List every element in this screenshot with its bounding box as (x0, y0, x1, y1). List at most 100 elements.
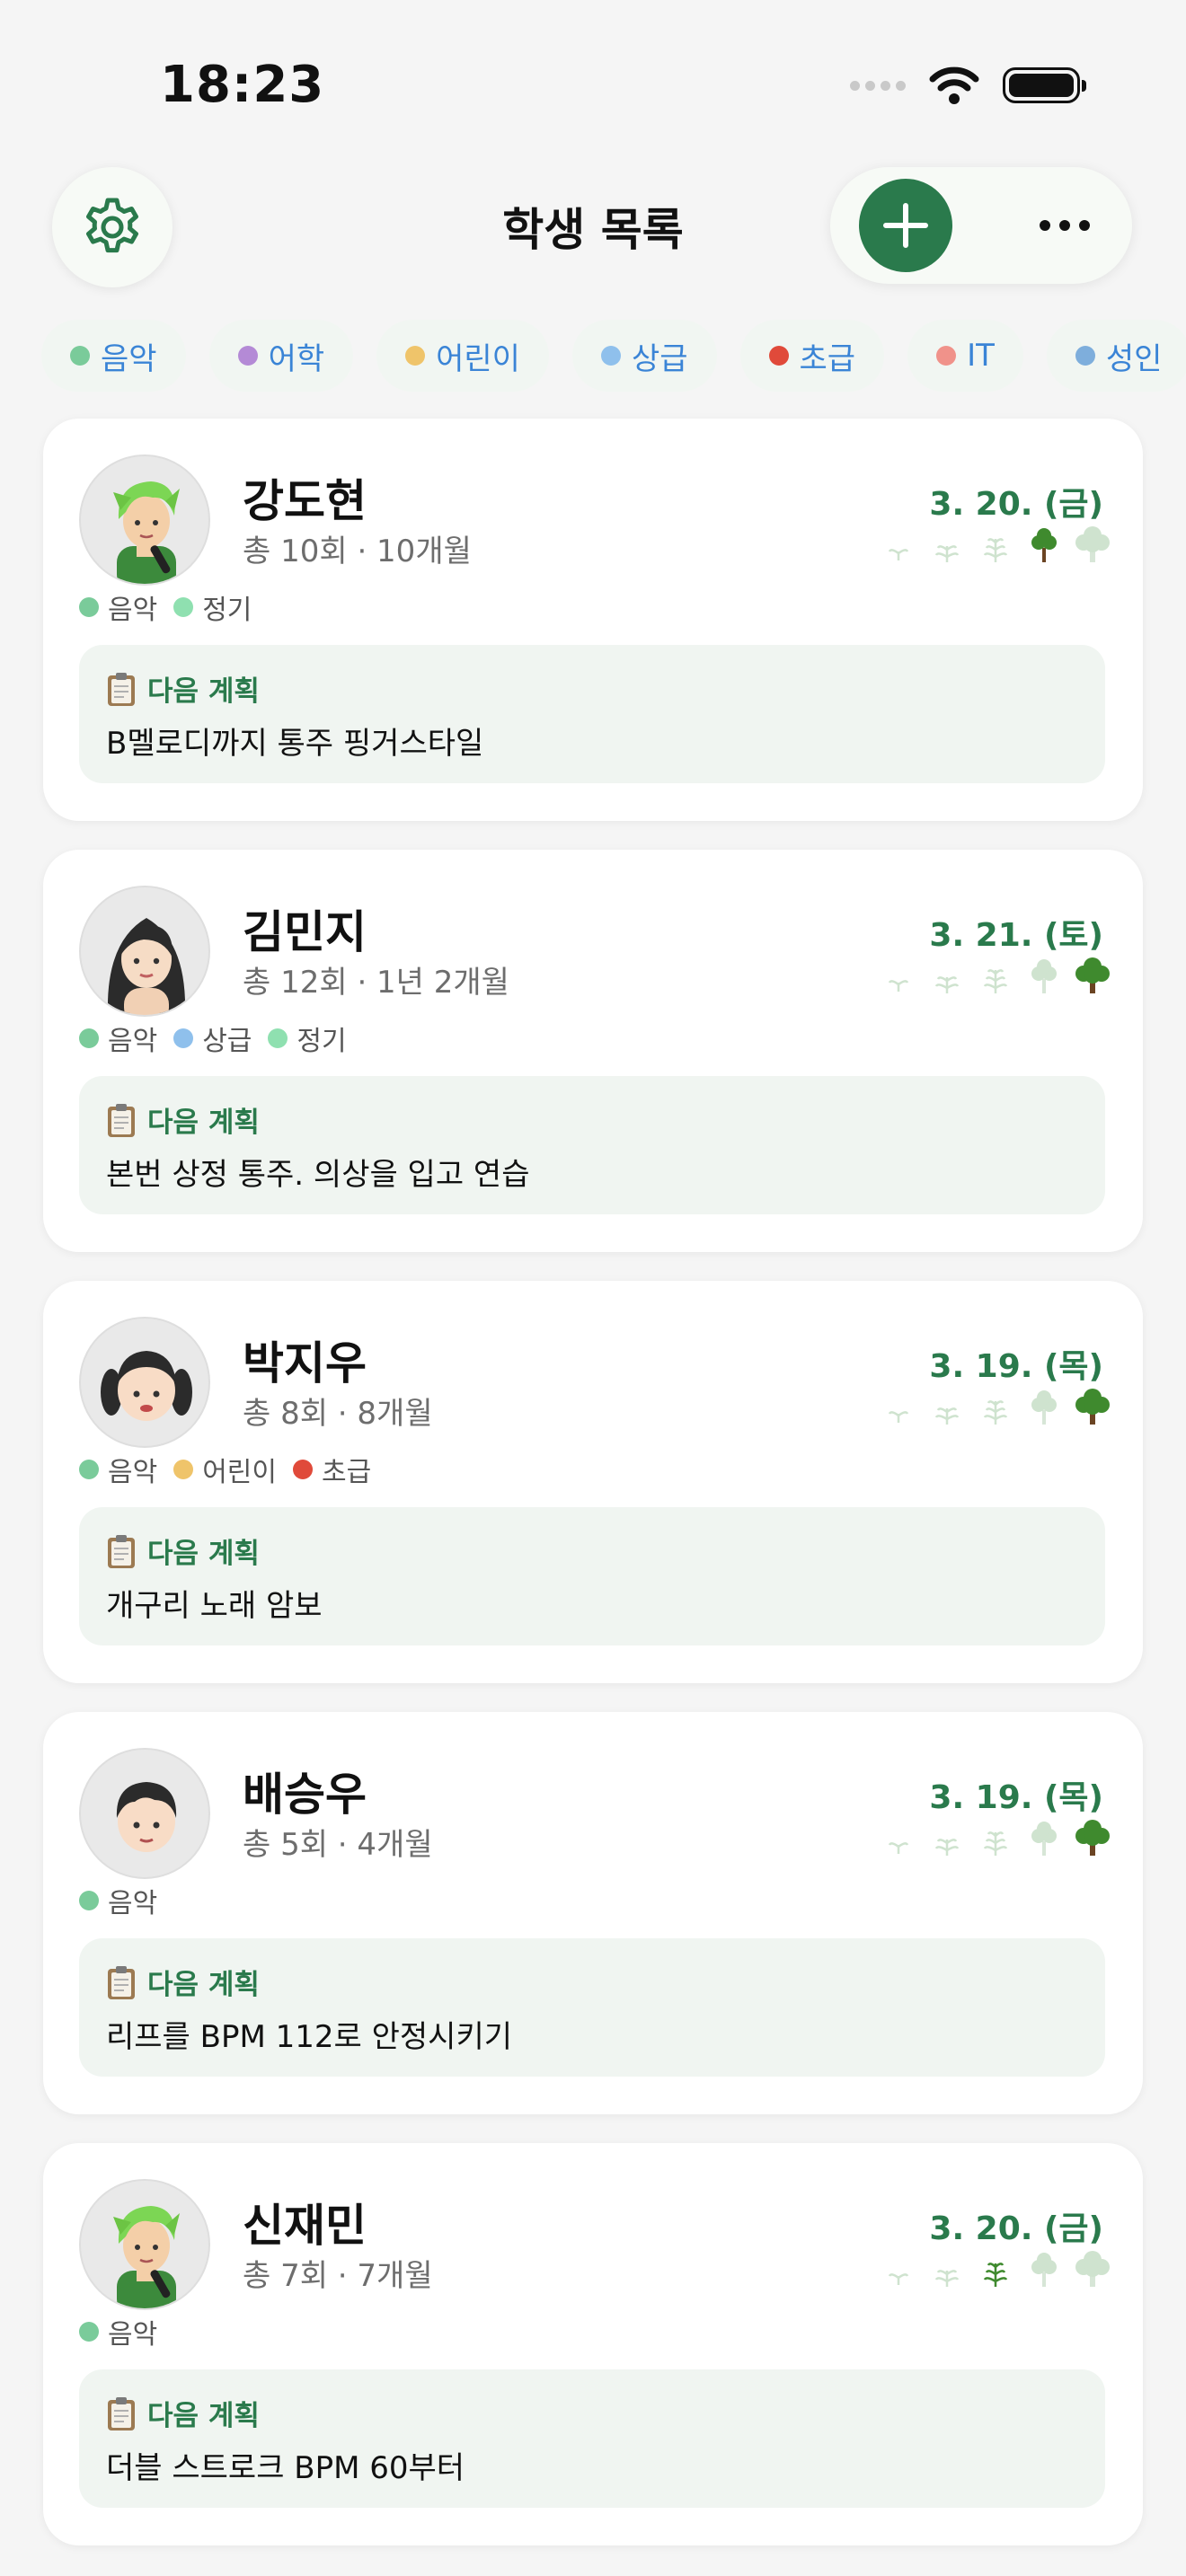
tag-color-dot (173, 1028, 194, 1048)
growth-stage-icon (978, 1818, 1013, 1857)
growth-progress (881, 956, 1111, 995)
chip-color-dot (768, 346, 789, 366)
student-tag: 초급 (293, 1450, 371, 1489)
filter-chips: 음악 어학 어린이 상급 초급 IT 성인 (41, 320, 1186, 395)
tag-label: 어린이 (202, 1457, 278, 1488)
student-tags: 음악 (79, 1881, 157, 1920)
next-lesson-date: 3. 20. (금) (929, 486, 1103, 523)
growth-stage-icon (1026, 956, 1062, 995)
filter-chip-advanced[interactable]: 상급 (571, 320, 717, 392)
next-lesson-date: 3. 19. (목) (929, 1348, 1103, 1385)
plan-text: B멜로디까지 통주 핑거스타일 (106, 726, 484, 762)
growth-stage-icon (881, 2249, 916, 2289)
status-icons (850, 66, 1086, 104)
avatar (79, 886, 210, 1017)
plan-text: 개구리 노래 암보 (106, 1588, 323, 1624)
student-tag: 음악 (79, 2312, 157, 2351)
student-tag: 음악 (79, 587, 157, 627)
student-card[interactable]: 배승우 총 5회 · 4개월 3. 19. (목) 음악 다음 계획 리프를 BPM 11… (43, 1712, 1143, 2114)
growth-stage-icon (929, 525, 965, 564)
growth-stage-icon (1075, 2249, 1111, 2289)
lesson-summary: 총 10회 · 10개월 (243, 534, 472, 569)
growth-stage-icon (978, 1387, 1013, 1426)
filter-chip-it[interactable]: IT (907, 320, 1023, 392)
growth-progress (881, 1387, 1111, 1426)
chip-label: 성인 (1105, 340, 1163, 377)
more-dot-icon (1059, 220, 1070, 231)
chip-color-dot (405, 346, 426, 366)
clipboard-icon (106, 671, 137, 707)
clipboard-icon (106, 2395, 137, 2431)
tag-color-dot (293, 1460, 314, 1479)
growth-stage-icon (978, 525, 1013, 564)
student-tags: 음악 어린이 초급 (79, 1450, 371, 1489)
student-card[interactable]: 신재민 총 7회 · 7개월 3. 20. (금) 음악 다음 계획 더블 스트로크 BP… (43, 2143, 1143, 2545)
chip-color-dot (600, 346, 621, 366)
student-name: 배승우 (243, 1769, 367, 1821)
avatar (79, 2179, 210, 2310)
clipboard-icon (106, 1102, 137, 1138)
lesson-summary: 총 8회 · 8개월 (243, 1396, 433, 1432)
student-tags: 음악 정기 (79, 587, 252, 627)
student-tag: 어린이 (173, 1450, 277, 1489)
status-time: 18:23 (160, 56, 325, 114)
clipboard-icon (106, 1533, 137, 1569)
add-student-button[interactable] (859, 179, 952, 272)
tag-label: 정기 (202, 595, 252, 626)
cellular-signal-icon (850, 80, 906, 91)
growth-progress (881, 2249, 1111, 2289)
growth-stage-icon (978, 2249, 1013, 2289)
tag-color-dot (268, 1028, 288, 1048)
lesson-summary: 총 5회 · 4개월 (243, 1827, 433, 1863)
plan-text: 본번 상정 통주. 의상을 입고 연습 (106, 1157, 530, 1193)
lesson-summary: 총 7회 · 7개월 (243, 2258, 433, 2294)
tag-color-dot (79, 597, 99, 617)
more-options-button[interactable] (1024, 194, 1105, 257)
student-tag: 음악 (79, 1450, 157, 1489)
tag-label: 음악 (108, 1888, 158, 1919)
tag-color-dot (79, 1028, 99, 1048)
growth-stage-icon (1075, 525, 1111, 564)
student-name: 신재민 (243, 2200, 367, 2252)
student-tag: 정기 (268, 1019, 347, 1058)
clipboard-icon (106, 1964, 137, 2000)
chip-label: IT (967, 338, 995, 374)
chip-label: 상급 (631, 340, 688, 377)
filter-chip-adult[interactable]: 성인 (1046, 320, 1186, 392)
chip-label: 초급 (799, 340, 856, 377)
growth-stage-icon (881, 956, 916, 995)
next-plan-box: 다음 계획 개구리 노래 암보 (79, 1507, 1105, 1645)
growth-stage-icon (929, 1387, 965, 1426)
growth-stage-icon (929, 1818, 965, 1857)
more-dot-icon (1040, 220, 1050, 231)
growth-progress (881, 525, 1111, 564)
filter-chip-beginner[interactable]: 초급 (739, 320, 885, 392)
student-name: 박지우 (243, 1337, 367, 1389)
avatar (79, 1748, 210, 1879)
tag-label: 음악 (108, 595, 158, 626)
next-lesson-date: 3. 20. (금) (929, 2210, 1103, 2247)
growth-stage-icon (929, 956, 965, 995)
tag-label: 상급 (202, 1026, 252, 1057)
plan-heading: 다음 계획 (147, 675, 260, 708)
tag-label: 음악 (108, 1457, 158, 1488)
growth-progress (881, 1818, 1111, 1857)
student-card[interactable]: 박지우총 8회 · 8개월 3. 19. (목) 음악 어린이 초급다음 계획 개구리 노… (43, 1281, 1143, 1683)
status-bar: 18:23 (0, 0, 1186, 144)
filter-chip-language[interactable]: 어학 (208, 320, 354, 392)
student-tag: 음악 (79, 1881, 157, 1920)
plan-heading: 다음 계획 (147, 1969, 260, 2001)
student-card[interactable]: 김민지 총 12회 · 1년 2개월 3. 21. (토) 음악 상급 정기 다음 계획 본번… (43, 850, 1143, 1252)
student-card[interactable]: 강도현 총 10회 · 10개월 3. 20. (금) 음악 정기 다음 계획 B멜로디까지… (43, 419, 1143, 821)
tag-color-dot (79, 1891, 99, 1910)
filter-chip-music[interactable]: 음악 (41, 320, 186, 392)
plan-header: 다음 계획 (106, 2393, 260, 2433)
tag-label: 음악 (108, 2319, 158, 2351)
growth-stage-icon (1026, 525, 1062, 564)
plan-header: 다음 계획 (106, 1962, 260, 2002)
filter-chip-child[interactable]: 어린이 (376, 320, 549, 392)
chip-label: 어학 (268, 340, 325, 377)
tag-color-dot (173, 597, 194, 617)
tag-label: 음악 (108, 1026, 158, 1057)
header: 학생 목록 (0, 162, 1186, 287)
